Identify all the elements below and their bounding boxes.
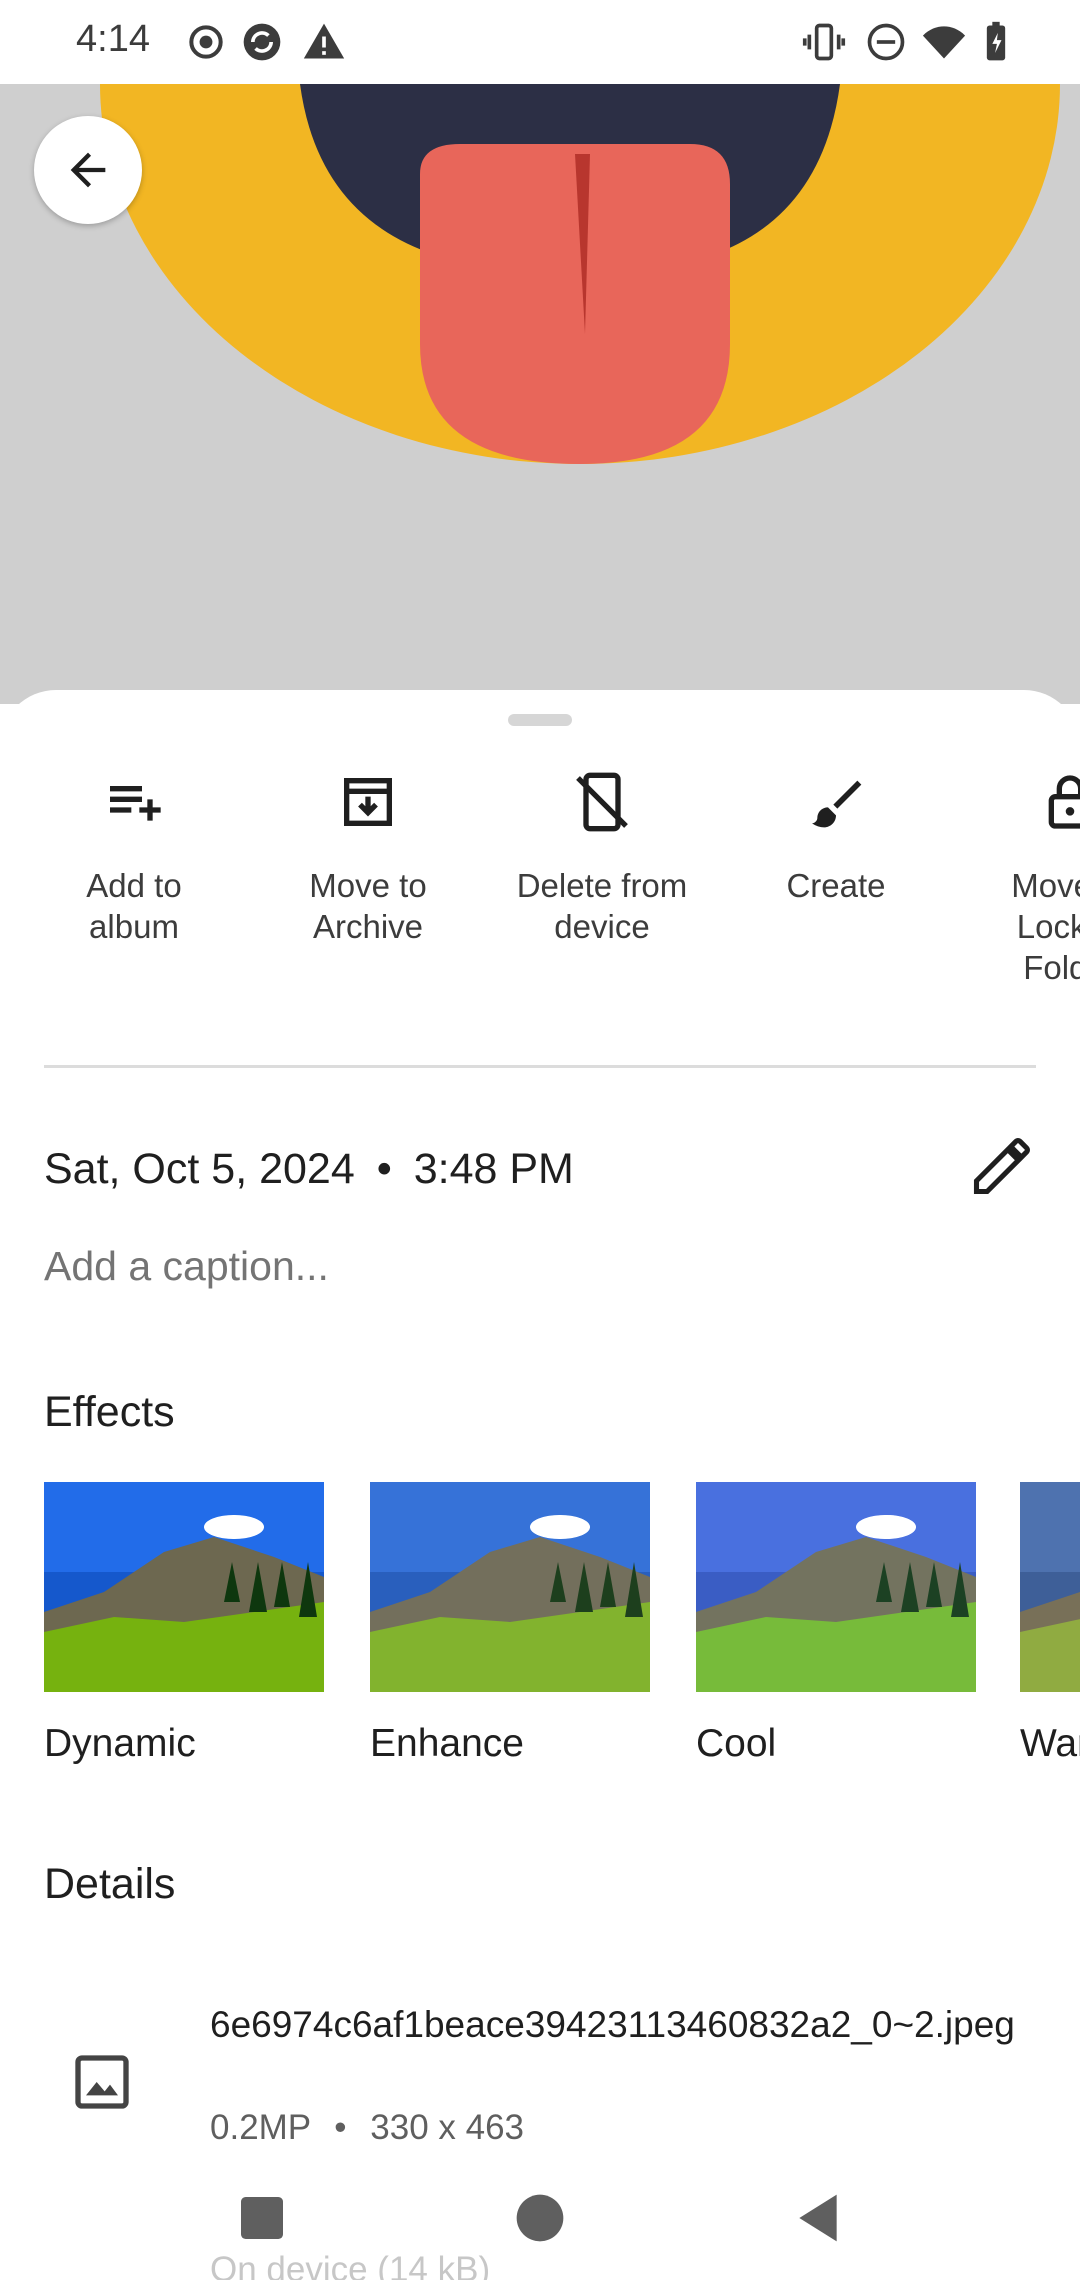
status-time: 4:14 xyxy=(76,18,150,60)
details-sheet: Add to album Move to Archive Delete from… xyxy=(0,690,1080,2280)
photo-date: Sat, Oct 5, 2024 xyxy=(44,1145,355,1193)
action-label: Move to Locked Folder xyxy=(1011,867,1080,986)
status-bar: 4:14 xyxy=(0,0,1080,84)
vibrate-icon xyxy=(802,23,846,61)
landscape-image xyxy=(44,1482,324,1692)
move-to-archive-button[interactable]: Move to Archive xyxy=(258,770,478,947)
action-label: Add to album xyxy=(86,867,182,945)
date-time[interactable]: Sat, Oct 5, 2024 • 3:48 PM xyxy=(44,1145,574,1194)
delete-from-device-button[interactable]: Delete from device xyxy=(492,770,712,947)
brush-icon xyxy=(812,780,862,828)
emoji-photo xyxy=(0,84,1080,704)
wifi-icon xyxy=(922,26,966,59)
megapixels: 0.2MP xyxy=(210,2108,311,2147)
arrow-back-icon xyxy=(70,152,106,188)
move-to-locked-folder-button[interactable]: Move to Locked Folder xyxy=(960,770,1080,988)
record-icon xyxy=(189,25,223,59)
sync-icon xyxy=(243,23,281,61)
photo-preview[interactable] xyxy=(0,84,1080,704)
effect-thumb-dynamic[interactable] xyxy=(44,1482,324,1692)
date-separator: • xyxy=(376,1145,392,1193)
create-button[interactable]: Create xyxy=(726,770,946,906)
warning-icon xyxy=(303,23,345,59)
file-name: 6e6974c6af1beace39423113460832a2_0~2.jpe… xyxy=(210,2004,1015,2045)
landscape-image xyxy=(696,1482,976,1692)
playlist-add-icon xyxy=(110,786,161,821)
recents-button[interactable] xyxy=(234,2190,290,2246)
dimensions: 330 x 463 xyxy=(370,2108,525,2147)
action-label: Create xyxy=(786,867,886,904)
archive-icon xyxy=(344,778,392,826)
caption-input[interactable]: Add a caption... xyxy=(44,1243,329,1290)
navigation-bar xyxy=(0,2150,1080,2280)
effect-label-dynamic: Dynamic xyxy=(44,1722,196,1765)
photo-time: 3:48 PM xyxy=(413,1145,574,1193)
effect-thumb-enhance[interactable] xyxy=(370,1482,650,1692)
action-label: Delete from device xyxy=(516,867,688,945)
file-meta: 0.2MP • 330 x 463 xyxy=(210,2108,524,2148)
nav-back-button[interactable] xyxy=(790,2190,846,2246)
action-label: Move to Archive xyxy=(309,867,427,945)
edit-icon[interactable] xyxy=(968,1132,1036,1200)
battery-icon xyxy=(986,21,1006,61)
image-icon xyxy=(75,2055,129,2109)
add-to-album-button[interactable]: Add to album xyxy=(24,770,244,947)
effect-thumb-warm[interactable] xyxy=(1020,1482,1080,1692)
phone-delete-icon xyxy=(576,772,628,832)
details-title: Details xyxy=(44,1860,176,1908)
effect-label-warm: Warm xyxy=(1020,1722,1080,1765)
meta-separator: • xyxy=(334,2108,347,2147)
effect-label-enhance: Enhance xyxy=(370,1722,524,1765)
lock-icon xyxy=(1048,775,1080,829)
effect-label-cool: Cool xyxy=(696,1722,777,1765)
effect-thumb-cool[interactable] xyxy=(696,1482,976,1692)
home-button[interactable] xyxy=(512,2190,568,2246)
effects-title: Effects xyxy=(44,1388,175,1436)
back-button[interactable] xyxy=(34,116,142,224)
drag-handle[interactable] xyxy=(508,714,572,726)
divider xyxy=(44,1065,1036,1068)
do-not-disturb-icon xyxy=(867,23,905,61)
landscape-image xyxy=(1020,1482,1080,1692)
landscape-image xyxy=(370,1482,650,1692)
